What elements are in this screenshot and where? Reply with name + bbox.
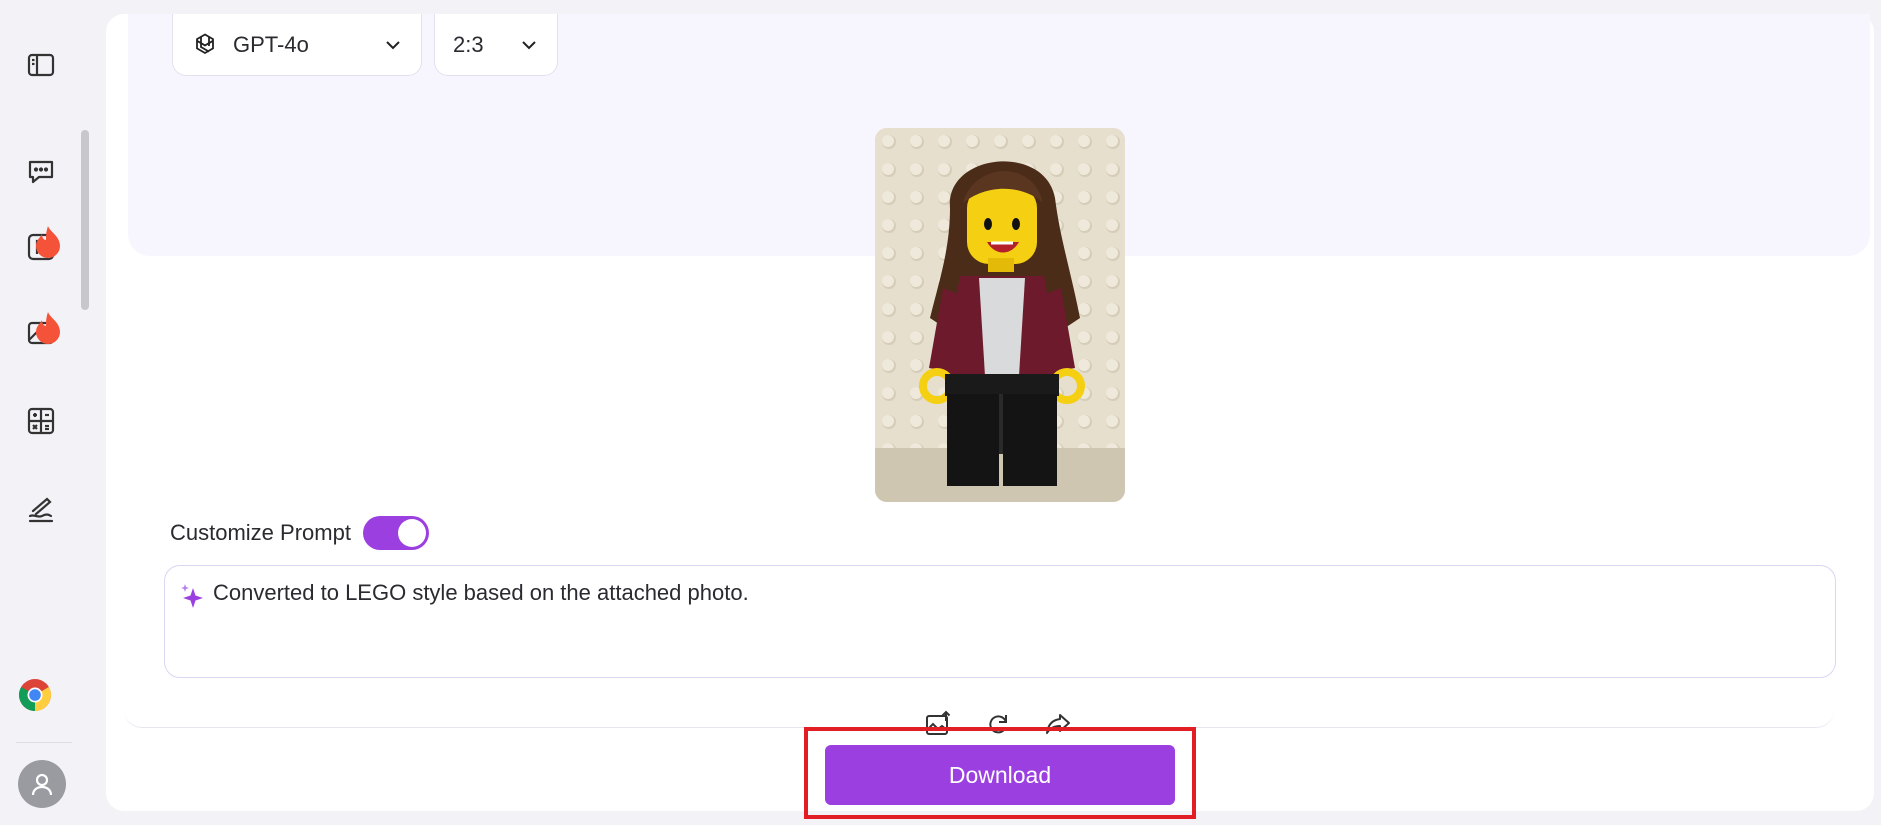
sidebar-divider [16, 742, 72, 743]
panel-bottom-edge [124, 704, 1834, 728]
sidebar-scrollbar[interactable] [81, 130, 89, 310]
chrome-icon[interactable] [18, 678, 52, 712]
lego-minifigure-illustration [875, 128, 1125, 502]
image-icon[interactable] [24, 312, 60, 350]
toggle-knob [397, 519, 426, 547]
sidebar [0, 0, 89, 825]
sparkle-icon [181, 584, 203, 608]
model-select-value: GPT-4o [233, 31, 309, 57]
customize-prompt-row: Customize Prompt [170, 516, 429, 550]
chevron-down-icon [522, 40, 536, 49]
user-avatar-icon[interactable] [18, 760, 66, 808]
customize-prompt-toggle[interactable] [362, 516, 429, 550]
openai-logo-icon [196, 32, 214, 54]
write-icon[interactable] [24, 492, 58, 526]
main-panel: GPT-4o 2:3 Customize Prompt Converted to… [106, 14, 1874, 819]
model-select[interactable]: GPT-4o [172, 14, 422, 76]
aspect-ratio-value: 2:3 [453, 31, 484, 57]
aspect-ratio-select[interactable]: 2:3 [434, 14, 558, 76]
download-button[interactable]: Download [825, 745, 1175, 805]
hot-fire-icon [36, 226, 60, 258]
generated-image[interactable] [875, 128, 1125, 502]
customize-prompt-label: Customize Prompt [170, 520, 351, 545]
prompt-box [164, 565, 1836, 678]
sidebar-toggle-icon[interactable] [24, 48, 58, 82]
hot-fire-icon [36, 312, 60, 344]
prompt-input[interactable] [213, 580, 1813, 606]
chat-icon[interactable] [24, 154, 58, 188]
calculator-icon[interactable] [24, 404, 58, 438]
presentation-icon[interactable] [24, 226, 60, 264]
chevron-down-icon [386, 40, 400, 49]
